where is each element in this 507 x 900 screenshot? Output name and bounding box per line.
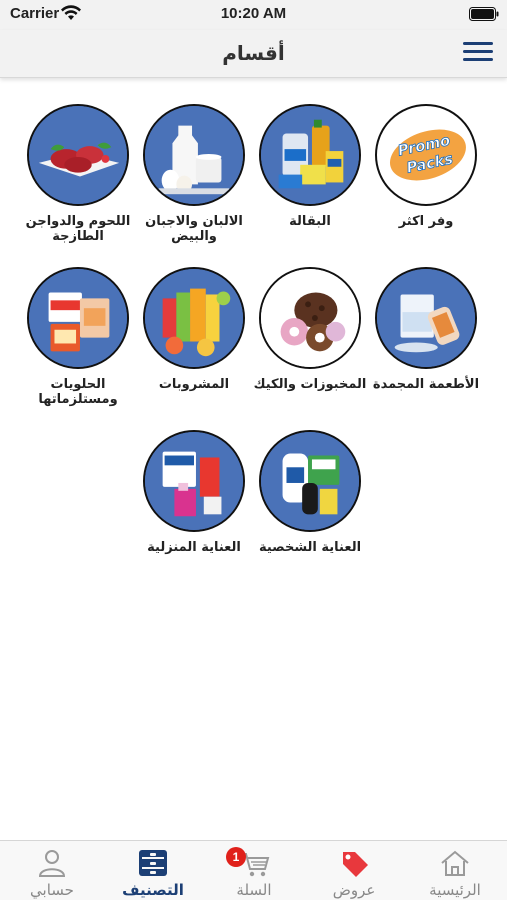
- cart-count-badge: 1: [226, 847, 246, 867]
- tab-offers[interactable]: عروض: [304, 841, 404, 900]
- category-home-care[interactable]: العناية المنزلية: [136, 430, 252, 555]
- menu-icon-line: [463, 42, 493, 45]
- tab-home[interactable]: الرئيسية: [405, 841, 505, 900]
- category-grocery[interactable]: البقالة: [252, 104, 368, 229]
- category-bakery[interactable]: المخبوزات والكيك: [252, 267, 368, 392]
- tab-account[interactable]: حسابي: [2, 841, 102, 900]
- grocery-image: [259, 104, 361, 206]
- home-icon: [441, 850, 469, 876]
- home-care-image: [143, 430, 245, 532]
- category-meat[interactable]: اللحوم والدواجن الطازجة: [20, 104, 136, 244]
- category-label: الحلويات ومستلزماتها: [38, 377, 118, 407]
- page-title: أقسام: [222, 41, 285, 65]
- category-sweets[interactable]: الحلويات ومستلزماتها: [20, 267, 136, 407]
- category-label: وفر اكثر: [398, 214, 454, 229]
- category-label: اللحوم والدواجن الطازجة: [25, 214, 131, 244]
- category-label: العناية الشخصية: [258, 540, 362, 555]
- tab-label: التصنيف: [122, 881, 184, 899]
- category-drinks[interactable]: المشروبات: [136, 267, 252, 392]
- battery-icon: [469, 7, 499, 21]
- category-icon: [139, 850, 167, 876]
- clock: 10:20 AM: [220, 5, 287, 22]
- category-label: العناية المنزلية: [147, 540, 241, 555]
- tab-bar: الرئيسية عروض 1 السلة التصنيف حسابي: [0, 840, 507, 900]
- category-label: البقالة: [289, 214, 331, 229]
- menu-icon-line: [463, 50, 493, 53]
- nav-bar: أقسام: [0, 30, 507, 78]
- category-dairy[interactable]: الالبان والاجبان والبيض: [136, 104, 252, 244]
- tab-label: السلة: [236, 881, 272, 899]
- status-bar: Carrier 10:20 AM: [0, 0, 507, 30]
- tab-label: الرئيسية: [429, 881, 481, 899]
- dairy-image: [143, 104, 245, 206]
- drinks-image: [143, 267, 245, 369]
- personal-care-image: [259, 430, 361, 532]
- user-icon: [38, 850, 66, 877]
- frozen-image: [375, 267, 477, 369]
- tab-label: عروض: [332, 881, 376, 899]
- category-label: الالبان والاجبان والبيض: [145, 214, 243, 244]
- menu-button[interactable]: [463, 42, 493, 66]
- category-label: المشروبات: [158, 377, 230, 392]
- tab-category[interactable]: التصنيف: [103, 841, 203, 900]
- bakery-image: [259, 267, 361, 369]
- category-label: المخبوزات والكيك: [253, 377, 367, 392]
- category-label: الأطعمة المجمدة: [372, 377, 480, 392]
- tab-label: حسابي: [30, 881, 74, 899]
- sweets-image: [27, 267, 129, 369]
- tab-cart[interactable]: 1 السلة: [204, 841, 304, 900]
- promo-packs-image: Promo Packs: [375, 104, 477, 206]
- tag-icon: [343, 852, 368, 877]
- category-frozen[interactable]: الأطعمة المجمدة: [368, 267, 484, 392]
- category-promo-packs[interactable]: Promo Packs وفر اكثر: [368, 104, 484, 229]
- meat-image: [27, 104, 129, 206]
- menu-icon-line: [463, 58, 493, 61]
- category-personal-care[interactable]: العناية الشخصية: [252, 430, 368, 555]
